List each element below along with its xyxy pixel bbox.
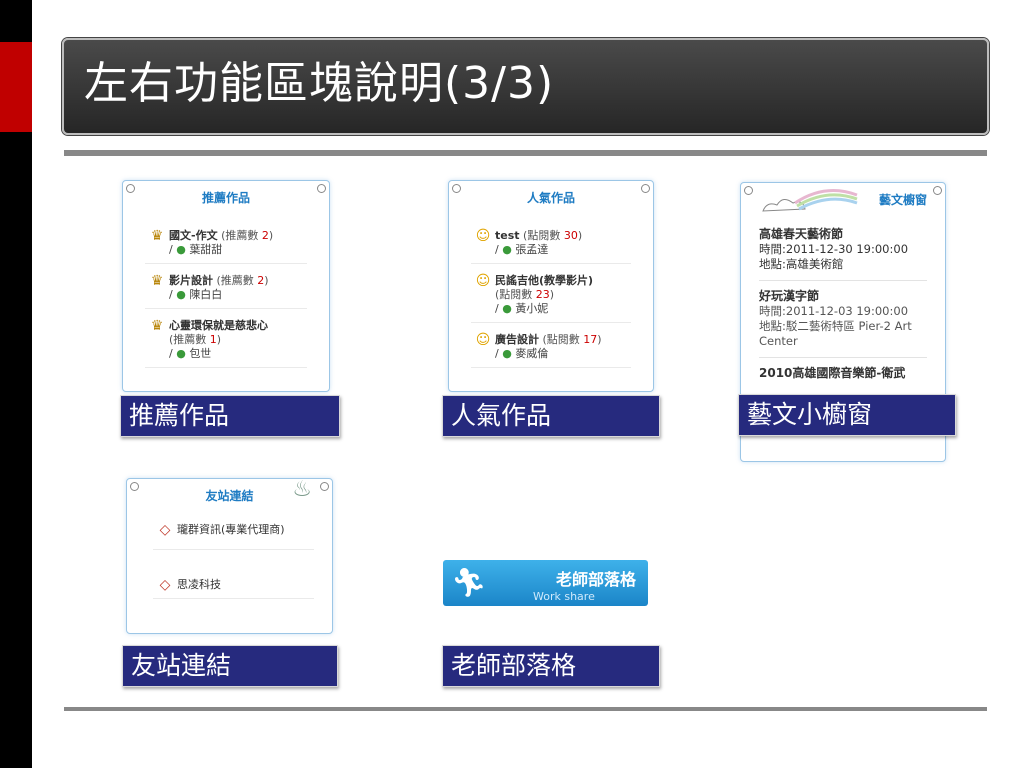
item-count: 23 — [535, 288, 550, 301]
event-place: 地點:高雄美術館 — [759, 257, 844, 271]
popular-list: ☺ test (點閱數 30) / ● 張孟達 ☺ 民謠吉他(教學影片) (點閱… — [471, 225, 631, 374]
item-author[interactable]: 包世 — [189, 347, 211, 360]
list-item[interactable]: ☺ test (點閱數 30) / ● 張孟達 — [471, 225, 631, 264]
trophy-icon: ♛ — [150, 228, 164, 244]
item-author[interactable]: 黃小妮 — [515, 302, 548, 315]
left-red-accent — [0, 42, 32, 132]
item-name[interactable]: 民謠吉他(教學影片) — [495, 274, 593, 287]
diamond-icon: ◇ — [159, 522, 171, 538]
caption-popular: 人氣作品 — [442, 395, 660, 437]
smiley-icon: ☺ — [475, 228, 491, 244]
item-count: 2 — [261, 229, 269, 242]
cloud-rainbow-icon — [762, 189, 858, 212]
link-name[interactable]: 思凌科技 — [177, 578, 314, 592]
item-meta-label: 點閱數 — [527, 229, 561, 242]
user-icon: ● — [176, 347, 186, 360]
event-time: 時間:2011-12-03 19:00:00 — [759, 304, 909, 318]
item-meta-label: 點閱數 — [546, 333, 580, 346]
list-item[interactable]: ◇ 思凌科技 — [153, 574, 314, 599]
event-title[interactable]: 好玩漢字節 — [759, 289, 927, 304]
item-name[interactable]: test — [495, 229, 520, 242]
item-meta-label: 推薦數 — [225, 229, 259, 242]
list-item[interactable]: 2010高雄國際音樂節-衛武 — [759, 366, 927, 389]
user-icon: ● — [502, 243, 512, 256]
blog-title: 老師部落格 — [555, 570, 636, 589]
pin-icon — [744, 186, 753, 195]
item-count: 2 — [257, 274, 265, 287]
item-author[interactable]: 張孟達 — [515, 243, 548, 256]
popular-widget-title: 人氣作品 — [526, 191, 575, 205]
list-item[interactable]: ♛ 心靈環保就是慈悲心 (推薦數 1) / ● 包世 — [145, 315, 307, 368]
list-item[interactable]: ◇ 瓏群資訊(專業代理商) — [153, 519, 314, 550]
list-item[interactable]: 好玩漢字節 時間:2011-12-03 19:00:00 地點:駁二藝術特區 P… — [759, 289, 927, 358]
list-item[interactable]: ☺ 廣告設計 (點閱數 17) / ● 麥威倫 — [471, 329, 631, 368]
smiley-icon: ☺ — [475, 273, 491, 289]
caption-art-window: 藝文小櫥窗 — [738, 394, 956, 436]
caption-links: 友站連結 — [122, 645, 338, 687]
link-name[interactable]: 瓏群資訊(專業代理商) — [177, 523, 314, 537]
event-place: 地點:駁二藝術特區 Pier-2 Art Center — [759, 319, 912, 348]
item-meta-label: 推薦數 — [173, 333, 207, 346]
event-title[interactable]: 2010高雄國際音樂節-衛武 — [759, 366, 927, 381]
slide-title-box: 左右功能區塊說明(3/3) — [62, 38, 989, 135]
list-item[interactable]: ♛ 國文-作文 (推薦數 2) / ● 葉甜甜 — [145, 225, 307, 264]
user-icon: ● — [502, 302, 512, 315]
top-divider — [64, 150, 987, 156]
pin-icon — [933, 186, 942, 195]
art-window-list: 高雄春天藝術節 時間:2011-12-30 19:00:00 地點:高雄美術館 … — [759, 227, 927, 397]
list-item[interactable]: 高雄春天藝術節 時間:2011-12-30 19:00:00 地點:高雄美術館 — [759, 227, 927, 281]
item-author[interactable]: 麥威倫 — [515, 347, 548, 360]
item-count: 17 — [583, 333, 598, 346]
item-name[interactable]: 心靈環保就是慈悲心 — [169, 319, 268, 332]
slide-title: 左右功能區塊說明(3/3) — [84, 58, 555, 109]
teacher-blog-banner[interactable]: 🏃︎ 老師部落格 Work share — [443, 560, 648, 606]
runner-icon: 🏃︎ — [451, 566, 487, 599]
item-count: 1 — [209, 333, 217, 346]
list-item[interactable]: ♛ 影片設計 (推薦數 2) / ● 陳白白 — [145, 270, 307, 309]
recommended-list: ♛ 國文-作文 (推薦數 2) / ● 葉甜甜 ♛ 影片設計 (推薦數 2) /… — [145, 225, 307, 374]
event-time: 時間:2011-12-30 19:00:00 — [759, 242, 909, 256]
item-name[interactable]: 廣告設計 — [495, 333, 539, 346]
trophy-icon: ♛ — [150, 273, 164, 289]
item-author[interactable]: 葉甜甜 — [189, 243, 222, 256]
art-window-widget-title: 藝文櫥窗 — [878, 193, 927, 207]
recommended-widget: 推薦作品 ♛ 國文-作文 (推薦數 2) / ● 葉甜甜 ♛ 影片設計 (推薦數… — [122, 180, 330, 392]
popular-widget: 人氣作品 ☺ test (點閱數 30) / ● 張孟達 ☺ 民謠吉他(教學影片… — [448, 180, 654, 392]
user-icon: ● — [502, 347, 512, 360]
links-widget: ♨ 友站連結 ◇ 瓏群資訊(專業代理商) ◇ 思凌科技 — [126, 477, 333, 634]
smiley-icon: ☺ — [475, 332, 491, 348]
caption-recommended: 推薦作品 — [120, 395, 340, 437]
user-icon: ● — [176, 288, 186, 301]
item-count: 30 — [563, 229, 578, 242]
diamond-icon: ◇ — [159, 577, 171, 593]
item-name[interactable]: 影片設計 — [169, 274, 213, 287]
links-widget-title: 友站連結 — [205, 489, 254, 503]
item-author[interactable]: 陳白白 — [189, 288, 222, 301]
bottom-divider — [64, 707, 987, 711]
event-title[interactable]: 高雄春天藝術節 — [759, 227, 927, 242]
item-meta-label: 點閱數 — [499, 288, 533, 301]
trophy-icon: ♛ — [150, 318, 164, 334]
recommended-widget-title: 推薦作品 — [201, 191, 250, 205]
list-item[interactable]: ☺ 民謠吉他(教學影片) (點閱數 23) / ● 黃小妮 — [471, 270, 631, 323]
links-list: ◇ 瓏群資訊(專業代理商) ◇ 思凌科技 — [153, 519, 314, 605]
user-icon: ● — [176, 243, 186, 256]
blog-subtitle: Work share — [533, 590, 595, 603]
caption-blog: 老師部落格 — [442, 645, 660, 687]
item-meta-label: 推薦數 — [220, 274, 254, 287]
item-name[interactable]: 國文-作文 — [169, 229, 218, 242]
